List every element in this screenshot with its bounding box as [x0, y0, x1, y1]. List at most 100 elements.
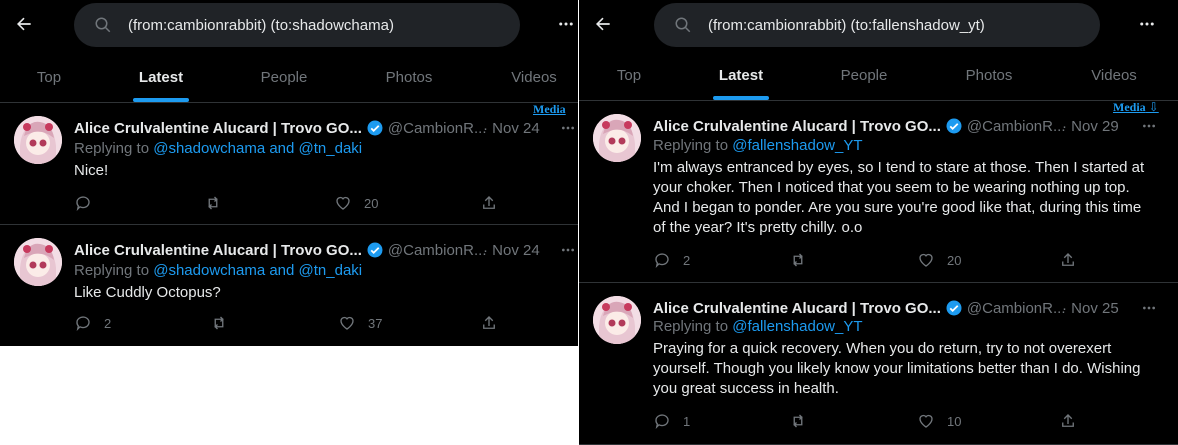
search-tabs: Top Latest People Photos Videos — [579, 50, 1178, 101]
avatar[interactable] — [14, 238, 62, 286]
like-button[interactable]: 20 — [334, 193, 378, 213]
timestamp[interactable]: · Nov 24 — [483, 120, 540, 137]
search-query[interactable]: (from:cambionrabbit) (to:fallenshadow_yt… — [708, 17, 985, 34]
share-button[interactable] — [480, 313, 498, 333]
replying-to: Replying to @shadowchama and @tn_daki — [74, 262, 362, 279]
display-name[interactable]: Alice Crulvalentine Alucard | Trovo GO..… — [74, 120, 362, 137]
like-icon — [336, 196, 350, 210]
avatar[interactable] — [14, 116, 62, 164]
like-button[interactable]: 37 — [338, 313, 382, 333]
search-panel-right: (from:cambionrabbit) (to:fallenshadow_yt… — [579, 0, 1178, 445]
search-input[interactable]: (from:cambionrabbit) (to:shadowchama) — [74, 3, 520, 47]
search-query[interactable]: (from:cambionrabbit) (to:shadowchama) — [128, 17, 394, 34]
tweet-text: Nice! — [74, 162, 109, 179]
like-button[interactable]: 20 — [917, 250, 961, 270]
display-name[interactable]: Alice Crulvalentine Alucard | Trovo GO..… — [653, 118, 941, 135]
more-icon[interactable] — [1139, 116, 1159, 136]
tweet[interactable]: Alice Crulvalentine Alucard | Trovo GO..… — [579, 284, 1178, 445]
like-button[interactable]: 10 — [917, 411, 961, 431]
tab-label: Videos — [1091, 66, 1137, 84]
share-icon — [1062, 253, 1074, 266]
tab-people[interactable]: People — [235, 52, 333, 102]
replying-prefix: Replying to — [74, 262, 150, 279]
tab-label: Top — [616, 66, 642, 84]
share-button[interactable] — [1059, 250, 1077, 270]
tab-label: Photos — [965, 66, 1013, 84]
tweet[interactable]: Alice Crulvalentine Alucard | Trovo GO..… — [0, 104, 578, 225]
like-count: 10 — [947, 413, 962, 429]
tab-people[interactable]: People — [814, 50, 914, 100]
display-name[interactable]: Alice Crulvalentine Alucard | Trovo GO..… — [74, 242, 362, 259]
avatar[interactable] — [593, 296, 641, 344]
handle[interactable]: @CambionR... — [967, 300, 1066, 317]
tweet-header: Alice Crulvalentine Alucard | Trovo GO..… — [653, 298, 1178, 318]
tab-top[interactable]: Top — [579, 50, 679, 100]
mention-link[interactable]: @shadowchama and @tn_daki — [153, 262, 362, 279]
more-icon[interactable] — [558, 118, 578, 138]
timestamp[interactable]: · Nov 29 — [1062, 118, 1119, 135]
share-button[interactable] — [1059, 411, 1077, 431]
like-icon — [919, 253, 933, 267]
share-icon — [483, 196, 495, 209]
tab-label: Photos — [385, 68, 433, 86]
more-icon[interactable] — [1135, 12, 1159, 36]
search-panel-left: (from:cambionrabbit) (to:shadowchama) To… — [0, 0, 578, 346]
back-arrow-icon[interactable] — [12, 12, 36, 36]
replying-to: Replying to @fallenshadow_YT — [653, 318, 863, 335]
retweet-button[interactable] — [210, 313, 240, 333]
replying-prefix: Replying to — [74, 140, 150, 157]
retweet-button[interactable] — [789, 250, 819, 270]
handle[interactable]: @CambionR... — [967, 118, 1066, 135]
like-icon — [919, 414, 933, 428]
avatar[interactable] — [593, 114, 641, 162]
verified-badge-icon — [946, 300, 962, 316]
retweet-button[interactable] — [204, 193, 234, 213]
tweet-actions: 1 10 — [653, 411, 1093, 431]
search-input[interactable]: (from:cambionrabbit) (to:fallenshadow_yt… — [654, 3, 1100, 47]
tab-top[interactable]: Top — [0, 52, 98, 102]
share-icon — [1062, 414, 1074, 427]
reply-button[interactable]: 2 — [74, 313, 111, 333]
tab-photos[interactable]: Photos — [939, 50, 1039, 100]
retweet-button[interactable] — [789, 411, 819, 431]
replying-prefix: Replying to — [653, 318, 729, 335]
replying-to: Replying to @fallenshadow_YT — [653, 137, 863, 154]
tab-videos[interactable]: Videos — [485, 52, 578, 102]
mention-link[interactable]: @shadowchama and @tn_daki — [153, 140, 362, 157]
reply-count: 1 — [683, 413, 691, 429]
tab-photos[interactable]: Photos — [360, 52, 458, 102]
reply-icon — [655, 253, 669, 268]
back-arrow-icon[interactable] — [591, 12, 615, 36]
reply-button[interactable]: 1 — [653, 411, 690, 431]
search-icon — [675, 17, 691, 33]
reply-count: 2 — [683, 252, 691, 268]
tweet[interactable]: Alice Crulvalentine Alucard | Trovo GO..… — [0, 226, 578, 346]
reply-button[interactable] — [74, 193, 104, 213]
mention-link[interactable]: @fallenshadow_YT — [732, 137, 862, 154]
timestamp[interactable]: · Nov 25 — [1062, 300, 1119, 317]
mention-link[interactable]: @fallenshadow_YT — [732, 318, 862, 335]
tweet[interactable]: Alice Crulvalentine Alucard | Trovo GO..… — [579, 102, 1178, 283]
timestamp[interactable]: · Nov 24 — [483, 242, 540, 259]
reply-icon — [76, 196, 90, 211]
handle[interactable]: @CambionR... — [388, 120, 487, 137]
tweet-actions: 20 — [74, 193, 514, 213]
share-button[interactable] — [480, 193, 498, 213]
top-bar: (from:cambionrabbit) (to:fallenshadow_yt… — [579, 0, 1178, 50]
display-name[interactable]: Alice Crulvalentine Alucard | Trovo GO..… — [653, 300, 941, 317]
tab-videos[interactable]: Videos — [1064, 50, 1164, 100]
more-icon[interactable] — [558, 240, 578, 260]
verified-badge-icon — [946, 118, 962, 134]
reply-button[interactable]: 2 — [653, 250, 690, 270]
retweet-icon — [208, 196, 218, 210]
verified-badge-icon — [367, 242, 383, 258]
search-icon — [95, 17, 111, 33]
tab-latest[interactable]: Latest — [112, 52, 210, 102]
tab-latest[interactable]: Latest — [691, 50, 791, 100]
like-count: 20 — [947, 252, 962, 268]
like-count: 20 — [364, 195, 379, 211]
handle[interactable]: @CambionR... — [388, 242, 487, 259]
more-icon[interactable] — [554, 12, 578, 36]
more-icon[interactable] — [1139, 298, 1159, 318]
like-count: 37 — [368, 315, 383, 331]
